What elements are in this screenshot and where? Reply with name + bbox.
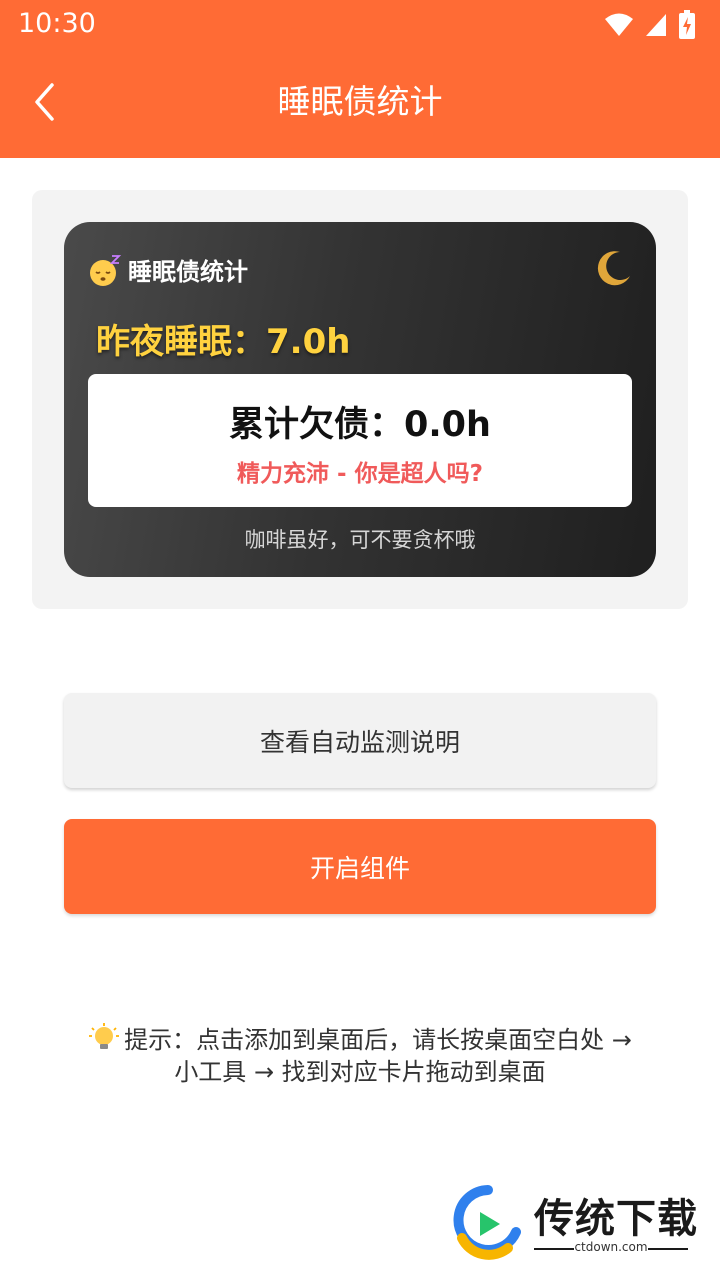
watermark-brand: 传统下载 xyxy=(534,1196,698,1242)
widget-title: 睡眠债统计 xyxy=(128,258,248,286)
watermark-line-right xyxy=(648,1248,688,1250)
crescent-moon-icon xyxy=(597,251,630,286)
ctdown-logo-icon xyxy=(453,1185,521,1260)
last-night-sleep: 昨夜睡眠：7.0h xyxy=(96,322,351,362)
lightbulb-icon xyxy=(89,1023,120,1049)
debt-status: 精力充沛 - 你是超人吗? xyxy=(237,461,483,487)
view-monitoring-help-button[interactable]: 查看自动监测说明 xyxy=(64,693,656,788)
status-icons xyxy=(604,10,696,40)
watermark-url: ctdown.com xyxy=(574,1240,648,1254)
status-time: 10:30 xyxy=(18,8,96,39)
battery-charging-icon xyxy=(679,10,695,39)
wifi-icon xyxy=(605,13,633,36)
hint-line-1-text: 提示：点击添加到桌面后，请长按桌面空白处 → xyxy=(124,1026,632,1054)
widget-tip: 咖啡虽好，可不要贪杯哦 xyxy=(244,528,476,552)
hint-text: 提示：点击添加到桌面后，请长按桌面空白处 → 小工具 → 找到对应卡片拖动到桌面 xyxy=(50,1022,670,1088)
debt-total: 累计欠债：0.0h xyxy=(229,405,491,445)
watermark: 传统下载 ctdown.com xyxy=(448,1182,698,1262)
debt-card: 累计欠债：0.0h 精力充沛 - 你是超人吗? xyxy=(88,374,632,507)
enable-widget-button[interactable]: 开启组件 xyxy=(64,819,656,914)
hint-line-2: 小工具 → 找到对应卡片拖动到桌面 xyxy=(174,1058,546,1086)
widget-header: 睡眠债统计 xyxy=(88,252,248,287)
status-bar: 10:30 xyxy=(0,0,720,50)
app-bar: 10:30 睡眠债统计 xyxy=(0,0,720,158)
hint-line-1: 提示：点击添加到桌面后，请长按桌面空白处 → xyxy=(50,1022,670,1056)
page-title: 睡眠债统计 xyxy=(277,82,443,121)
sleeping-face-icon xyxy=(90,254,122,286)
signal-icon xyxy=(646,14,666,36)
sleep-debt-widget: 睡眠债统计 昨夜睡眠：7.0h 累计欠债：0.0h 精力充沛 - 你是超人吗? … xyxy=(64,222,656,577)
